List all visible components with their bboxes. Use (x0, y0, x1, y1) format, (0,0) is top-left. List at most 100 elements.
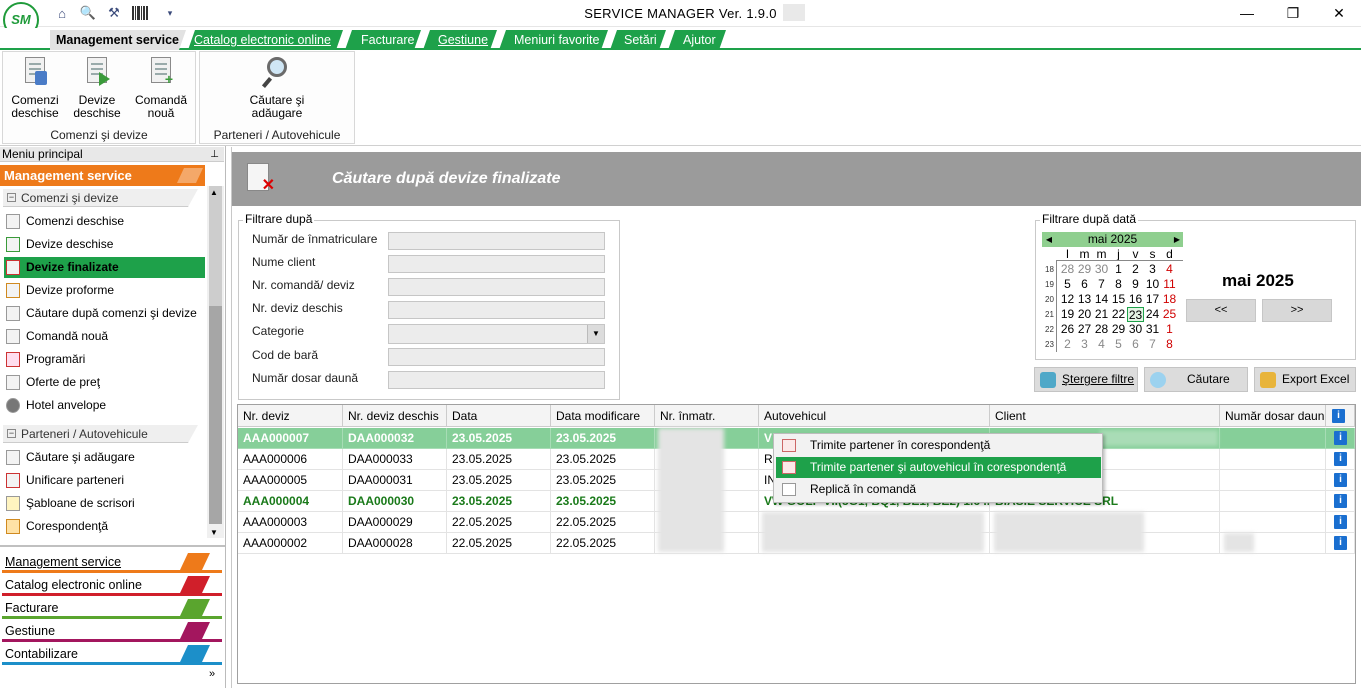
calendar-day[interactable]: 9 (1127, 277, 1144, 292)
calendar-day[interactable]: 28 (1093, 322, 1110, 337)
tab-meniuri-favorite[interactable]: Meniuri favorite (499, 30, 608, 50)
calendar-day[interactable]: 22 (1110, 307, 1127, 322)
calendar-day[interactable]: 2 (1127, 262, 1144, 277)
calendar-day[interactable]: 19 (1059, 307, 1076, 322)
sidebar-item-corespondenta[interactable]: Corespondenţă (4, 516, 205, 537)
calendar-day[interactable]: 10 (1144, 277, 1161, 292)
calendar-day[interactable]: 6 (1127, 337, 1144, 352)
calendar-day[interactable]: 2 (1059, 337, 1076, 352)
search-button[interactable]: Căutare (1144, 367, 1248, 392)
info-icon[interactable]: i (1334, 431, 1347, 445)
scroll-up-icon[interactable]: ▲ (210, 188, 218, 197)
module-contabilizare[interactable]: Contabilizare (2, 644, 222, 665)
col-data[interactable]: Data (447, 405, 551, 427)
sidebar-item-hotel-anvelope[interactable]: Hotel anvelope (4, 395, 205, 416)
calendar-day[interactable]: 27 (1076, 322, 1093, 337)
calendar-prev-icon[interactable]: ◀ (1044, 232, 1054, 247)
calendar-day[interactable]: 25 (1161, 307, 1178, 322)
sidebar-item-programari[interactable]: Programări (4, 349, 205, 370)
sidebar-scroll-thumb[interactable] (209, 306, 222, 524)
col-numar-dosar-daun[interactable]: Număr dosar daun (1220, 405, 1326, 427)
calendar-day[interactable]: 23 (1127, 307, 1144, 322)
comenzi-deschise-button[interactable]: Comenzi deschise (6, 55, 64, 120)
sidebar-splitter[interactable] (0, 545, 225, 547)
module-management-service[interactable]: Management service (2, 552, 222, 573)
sidebar-group-comenzi[interactable]: − Comenzi şi devize (3, 189, 198, 207)
module-facturare[interactable]: Facturare (2, 598, 222, 619)
module-gestiune[interactable]: Gestiune (2, 621, 222, 642)
calendar-day[interactable]: 3 (1144, 262, 1161, 277)
calendar-day[interactable]: 18 (1161, 292, 1178, 307)
comanda-noua-button[interactable]: + Comandă nouă (132, 55, 190, 120)
calendar-day[interactable]: 29 (1076, 262, 1093, 277)
col-client[interactable]: Client (990, 405, 1220, 427)
input-nr-comanda-deviz[interactable] (388, 278, 605, 296)
sidebar-item-sabloane-scrisori[interactable]: Şabloane de scrisori (4, 493, 205, 514)
calendar-day[interactable]: 7 (1144, 337, 1161, 352)
export-excel-button[interactable]: Export Excel (1254, 367, 1356, 392)
sidebar-item-comanda-noua[interactable]: Comandă nouă (4, 326, 205, 347)
cautare-adaugare-button[interactable]: Căutare şi adăugare (244, 55, 310, 120)
sidebar-group-parteneri[interactable]: − Parteneri / Autovehicule (3, 425, 198, 443)
calendar-day[interactable]: 4 (1161, 262, 1178, 277)
input-nr-inmatriculare[interactable] (388, 232, 605, 250)
tab-gestiune[interactable]: Gestiune (423, 30, 497, 50)
clear-filters-button[interactable]: Ştergere filtre (1034, 367, 1138, 392)
select-categorie[interactable]: ▼ (388, 324, 605, 344)
calendar-day[interactable]: 20 (1076, 307, 1093, 322)
prev-month-button[interactable]: << (1186, 299, 1256, 322)
calendar-day[interactable]: 31 (1144, 322, 1161, 337)
sidebar-item-oferte-pret[interactable]: Oferte de preţ (4, 372, 205, 393)
calendar-day[interactable]: 21 (1093, 307, 1110, 322)
calendar-day[interactable]: 12 (1059, 292, 1076, 307)
pin-icon[interactable]: ⊥ (210, 147, 219, 162)
calendar-day[interactable]: 15 (1110, 292, 1127, 307)
close-button[interactable]: ✕ (1316, 0, 1361, 26)
calendar-day[interactable]: 16 (1127, 292, 1144, 307)
calendar-day[interactable]: 26 (1059, 322, 1076, 337)
info-icon[interactable]: i (1334, 452, 1347, 466)
calendar-day[interactable]: 7 (1093, 277, 1110, 292)
tab-management-service[interactable]: Management service (50, 30, 186, 50)
calendar-day[interactable]: 30 (1127, 322, 1144, 337)
calendar-day[interactable]: 11 (1161, 277, 1178, 292)
chevron-down-icon[interactable]: ▼ (587, 325, 604, 343)
calendar-day[interactable]: 5 (1110, 337, 1127, 352)
sidebar-item-devize-finalizate[interactable]: Devize finalizate (4, 257, 205, 278)
calendar-day[interactable]: 28 (1059, 262, 1076, 277)
input-dosar-dauna[interactable] (388, 371, 605, 389)
calendar-day[interactable]: 13 (1076, 292, 1093, 307)
ctx-send-partner[interactable]: Trimite partener în corespondenţă (776, 435, 1101, 456)
calendar-day[interactable]: 1 (1110, 262, 1127, 277)
input-nr-deviz-deschis[interactable] (388, 301, 605, 319)
calendar-day[interactable]: 30 (1093, 262, 1110, 277)
ctx-send-partner-vehicle[interactable]: Trimite partener şi autovehicul în cores… (776, 457, 1101, 478)
info-icon[interactable]: i (1334, 515, 1347, 529)
calendar-day[interactable]: 14 (1093, 292, 1110, 307)
calendar-day[interactable]: 1 (1161, 322, 1178, 337)
calendar-day[interactable]: 17 (1144, 292, 1161, 307)
tab-ajutor[interactable]: Ajutor (668, 30, 726, 50)
info-icon[interactable]: i (1334, 494, 1347, 508)
calendar-day[interactable]: 8 (1110, 277, 1127, 292)
module-catalog-electronic[interactable]: Catalog electronic online (2, 575, 222, 596)
col-autovehicul[interactable]: Autovehicul (759, 405, 990, 427)
sidebar-item-devize-proforme[interactable]: Devize proforme (4, 280, 205, 301)
sidebar-item-comenzi-deschise[interactable]: Comenzi deschise (4, 211, 205, 232)
input-cod-bara[interactable] (388, 348, 605, 366)
input-nume-client[interactable] (388, 255, 605, 273)
calendar-day[interactable]: 6 (1076, 277, 1093, 292)
info-icon[interactable]: i (1334, 473, 1347, 487)
tab-catalog-electronic-online[interactable]: Catalog electronic online (188, 30, 343, 50)
sidebar-item-cautare-comenzi[interactable]: Căutare după comenzi şi devize (4, 303, 205, 324)
info-icon[interactable]: i (1334, 536, 1347, 550)
next-month-button[interactable]: >> (1262, 299, 1332, 322)
calendar-day[interactable]: 4 (1093, 337, 1110, 352)
calendar-day[interactable]: 24 (1144, 307, 1161, 322)
col-nr-deviz-deschis[interactable]: Nr. deviz deschis (343, 405, 447, 427)
ctx-replicate-order[interactable]: Replică în comandă (776, 479, 1101, 500)
sidebar-item-devize-deschise[interactable]: Devize deschise (4, 234, 205, 255)
calendar-day[interactable]: 3 (1076, 337, 1093, 352)
tab-setari[interactable]: Setări (610, 30, 666, 50)
restore-button[interactable]: ❐ (1270, 0, 1316, 26)
